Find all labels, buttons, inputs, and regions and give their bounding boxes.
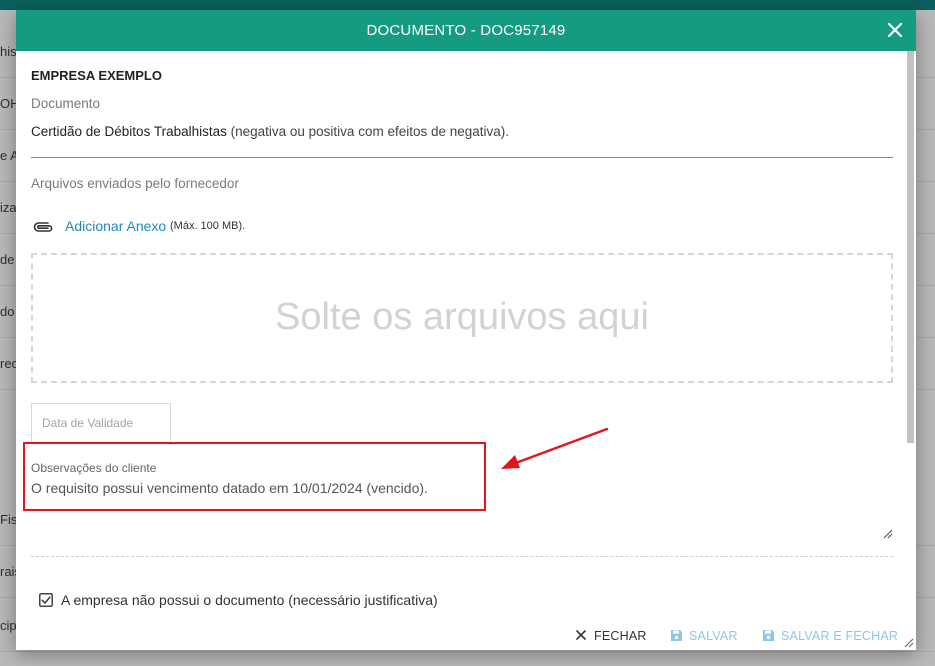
observations-text[interactable]: O requisito possui vencimento datado em … (31, 480, 428, 496)
observations-highlight-box (23, 442, 486, 511)
dashed-divider (31, 556, 893, 557)
validity-date-field[interactable] (31, 403, 171, 443)
close-x-icon (576, 630, 586, 640)
close-icon[interactable] (886, 21, 904, 39)
checkbox-checked-icon[interactable] (39, 593, 53, 607)
save-icon (671, 630, 682, 641)
add-attachment-link[interactable]: Adicionar Anexo (65, 218, 166, 234)
document-dialog: DOCUMENTO - DOC957149 EMPRESA EXEMPLO Do… (16, 10, 916, 650)
dialog-actions: FECHAR SALVAR SALVAR E FECHAR (31, 627, 898, 647)
dialog-header: DOCUMENTO - DOC957149 (16, 10, 916, 51)
observations-label: Observações do cliente (31, 461, 157, 475)
annotation-arrow (501, 427, 609, 469)
dialog-title: DOCUMENTO - DOC957149 (366, 22, 566, 39)
dialog-resize-icon[interactable] (904, 638, 914, 648)
document-caption: Documento (31, 96, 101, 111)
document-detail: (negativa ou positiva com efeitos de neg… (226, 124, 510, 139)
save-and-close-button-label: SALVAR E FECHAR (781, 629, 899, 643)
file-dropzone[interactable]: Solte os arquivos aqui (31, 253, 893, 383)
attach-row: Adicionar Anexo (Máx. 100 MB). (31, 217, 431, 237)
close-button-label: FECHAR (594, 629, 647, 643)
save-icon (763, 630, 774, 641)
paperclip-icon[interactable] (31, 219, 55, 235)
background-topbar (0, 0, 935, 10)
section-divider (31, 157, 893, 158)
no-document-checkbox-label: A empresa não possui o documento (necess… (61, 592, 438, 608)
dialog-scrollbar[interactable] (907, 51, 914, 443)
save-button-label: SALVAR (689, 629, 738, 643)
no-document-checkbox[interactable]: A empresa não possui o documento (necess… (39, 591, 639, 611)
dropzone-text: Solte os arquivos aqui (275, 296, 649, 338)
resize-handle-icon[interactable] (883, 529, 893, 539)
validity-date-input[interactable] (32, 404, 170, 442)
company-name: EMPRESA EXEMPLO (31, 68, 162, 83)
document-name: Certidão de Débitos Trabalhistas (31, 124, 227, 139)
attachment-size-note: (Máx. 100 MB). (170, 220, 246, 232)
document-description: Certidão de Débitos Trabalhistas (negati… (31, 124, 509, 139)
files-caption: Arquivos enviados pelo fornecedor (31, 176, 239, 191)
